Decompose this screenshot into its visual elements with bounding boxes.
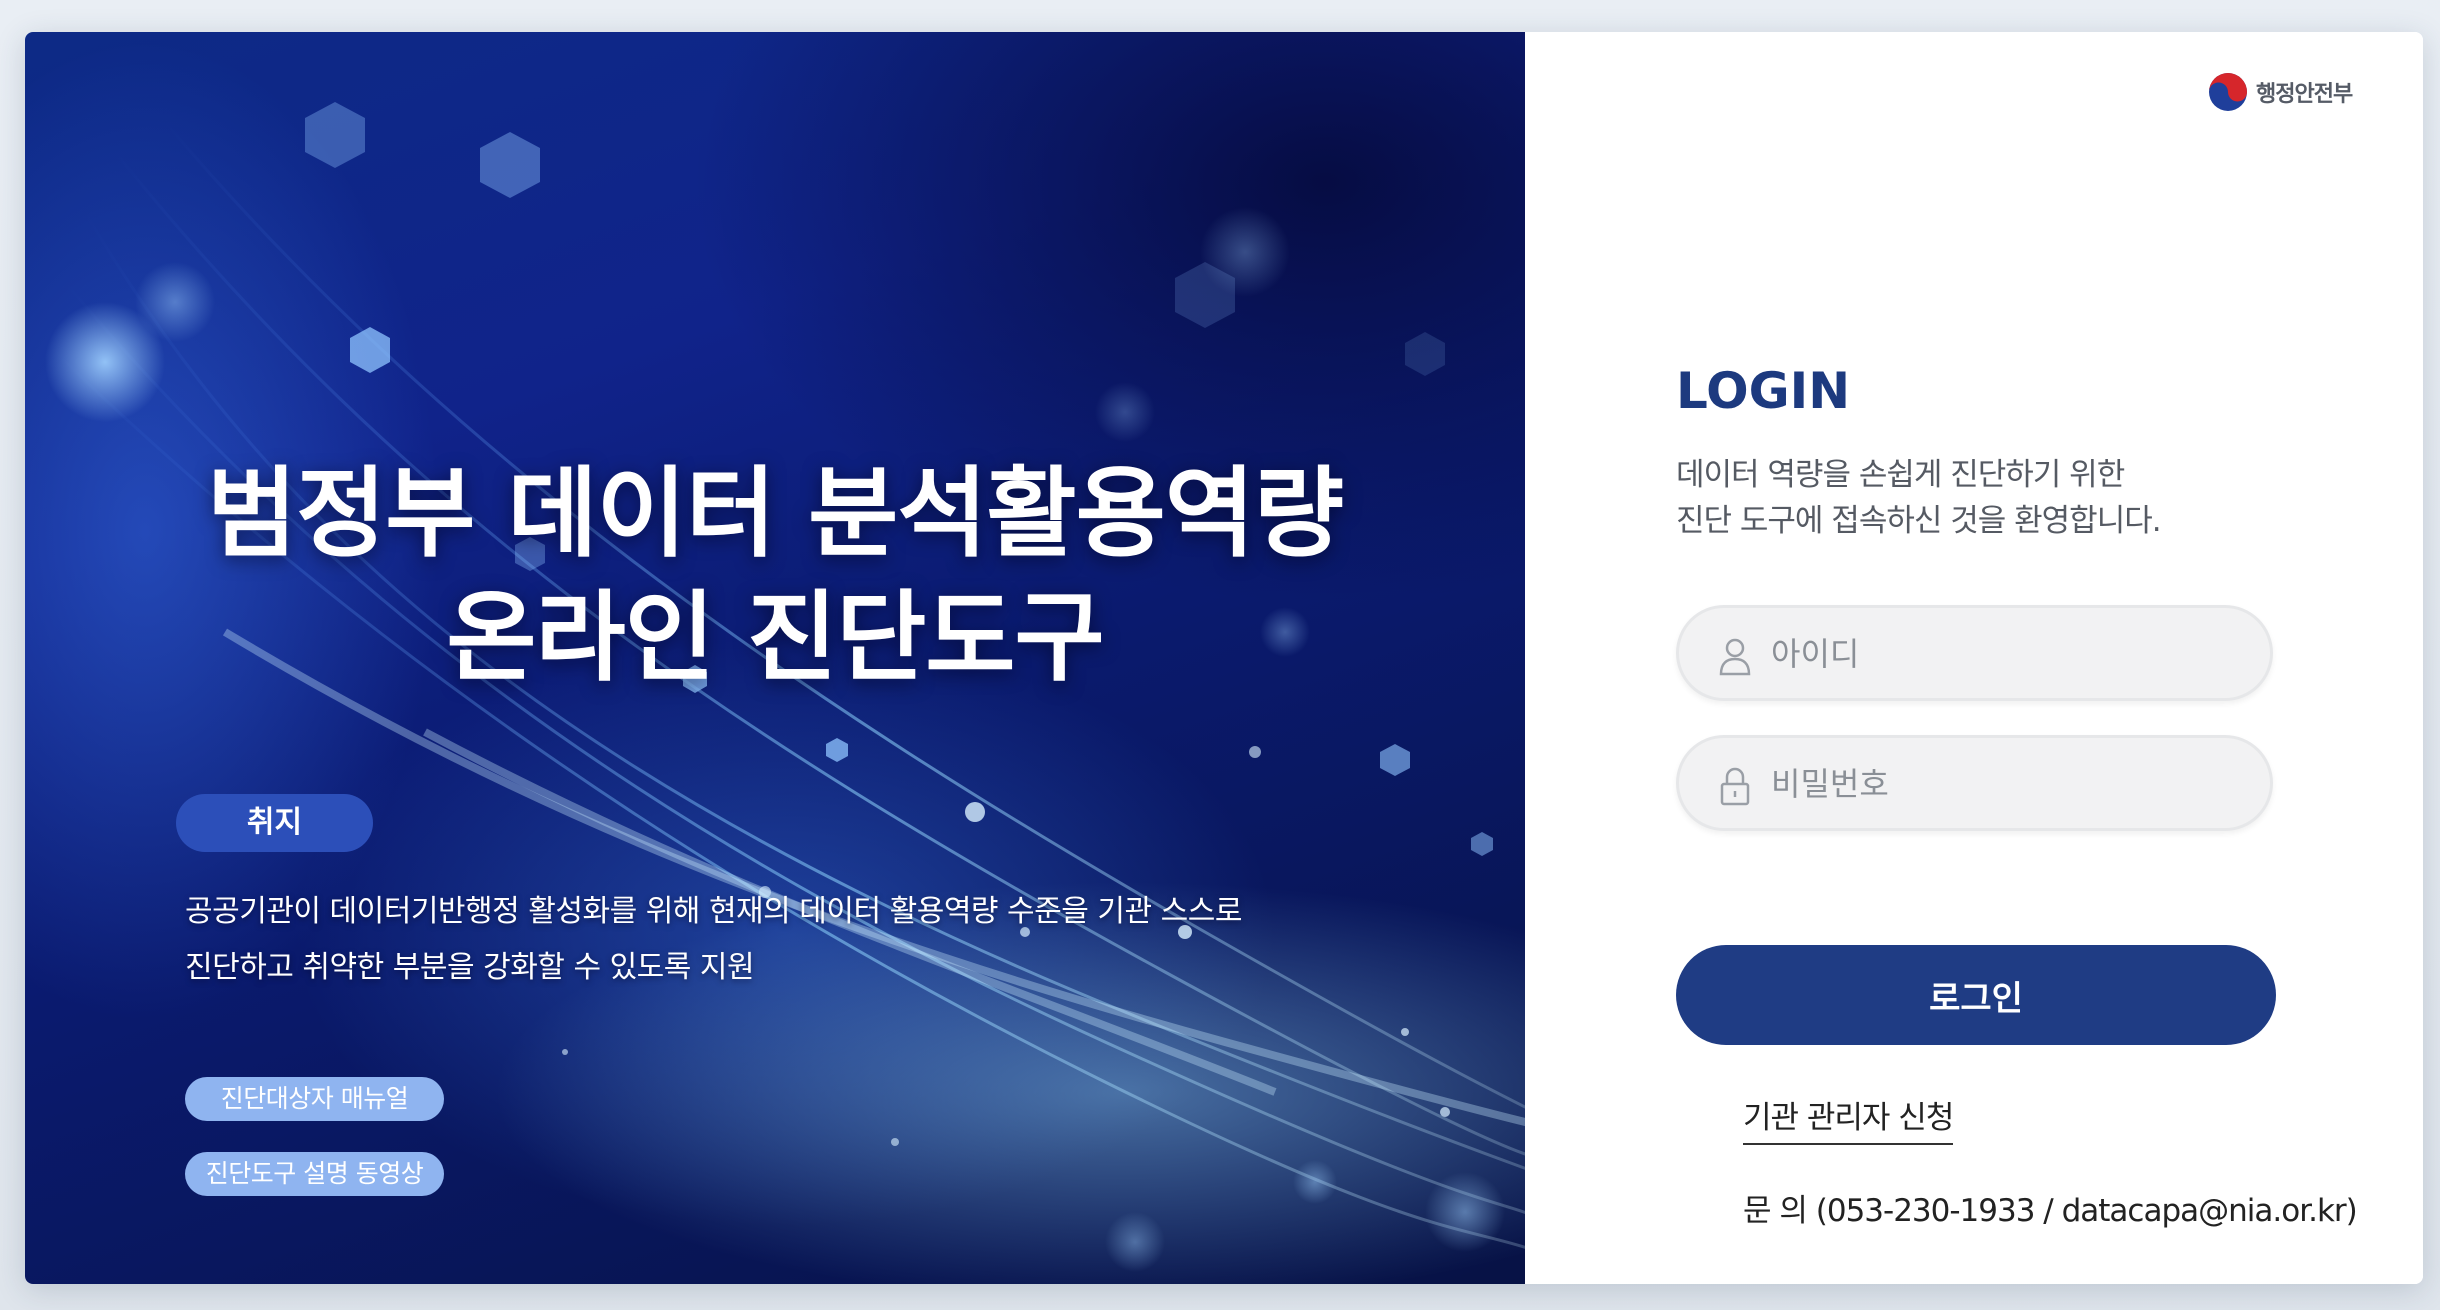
welcome-line-2: 진단 도구에 접속하신 것을 환영합니다.: [1676, 503, 2162, 539]
ministry-logo: 행정안전부: [2208, 72, 2353, 112]
manual-button[interactable]: 진단대상자 매뉴얼: [185, 1077, 444, 1121]
hero-title-line-1: 범정부 데이터 분석활용역량: [206, 457, 1344, 571]
ministry-name: 행정안전부: [2256, 82, 2353, 107]
purpose-description: 공공기관이 데이터기반행정 활성화를 위해 현재의 데이터 활용역량 수준을 기…: [185, 884, 1385, 996]
login-title: LOGIN: [1676, 362, 1851, 420]
password-input[interactable]: [1769, 754, 2243, 814]
purpose-line-1: 공공기관이 데이터기반행정 활성화를 위해 현재의 데이터 활용역량 수준을 기…: [185, 894, 1242, 929]
login-button[interactable]: 로그인: [1676, 945, 2276, 1045]
lock-icon: [1720, 767, 1750, 806]
taegeuk-logo-icon: [2209, 73, 2247, 111]
login-card: 범정부 데이터 분석활용역량 온라인 진단도구 취지 공공기관이 데이터기반행정…: [25, 32, 2423, 1284]
purpose-line-2: 진단하고 취약한 부분을 강화할 수 있도록 지원: [185, 950, 755, 985]
video-button[interactable]: 진단도구 설명 동영상: [185, 1152, 444, 1196]
welcome-line-1: 데이터 역량을 손쉽게 진단하기 위한: [1676, 457, 2125, 493]
admin-apply-link[interactable]: 기관 관리자 신청: [1743, 1092, 1954, 1145]
hero-title-line-2: 온라인 진단도구: [446, 581, 1104, 695]
purpose-badge: 취지: [176, 794, 373, 852]
login-panel: 행정안전부 LOGIN 데이터 역량을 손쉽게 진단하기 위한 진단 도구에 접…: [1525, 32, 2423, 1284]
password-field[interactable]: [1676, 735, 2273, 831]
id-input[interactable]: [1769, 624, 2243, 684]
hero-title: 범정부 데이터 분석활용역량 온라인 진단도구: [25, 452, 1525, 700]
hero-banner: 범정부 데이터 분석활용역량 온라인 진단도구 취지 공공기관이 데이터기반행정…: [25, 32, 1525, 1284]
contact-info: 문 의 (053-230-1933 / datacapa@nia.or.kr): [1743, 1193, 2358, 1229]
id-field[interactable]: [1676, 605, 2273, 701]
welcome-message: 데이터 역량을 손쉽게 진단하기 위한 진단 도구에 접속하신 것을 환영합니다…: [1676, 452, 2162, 544]
user-icon: [1719, 638, 1751, 676]
